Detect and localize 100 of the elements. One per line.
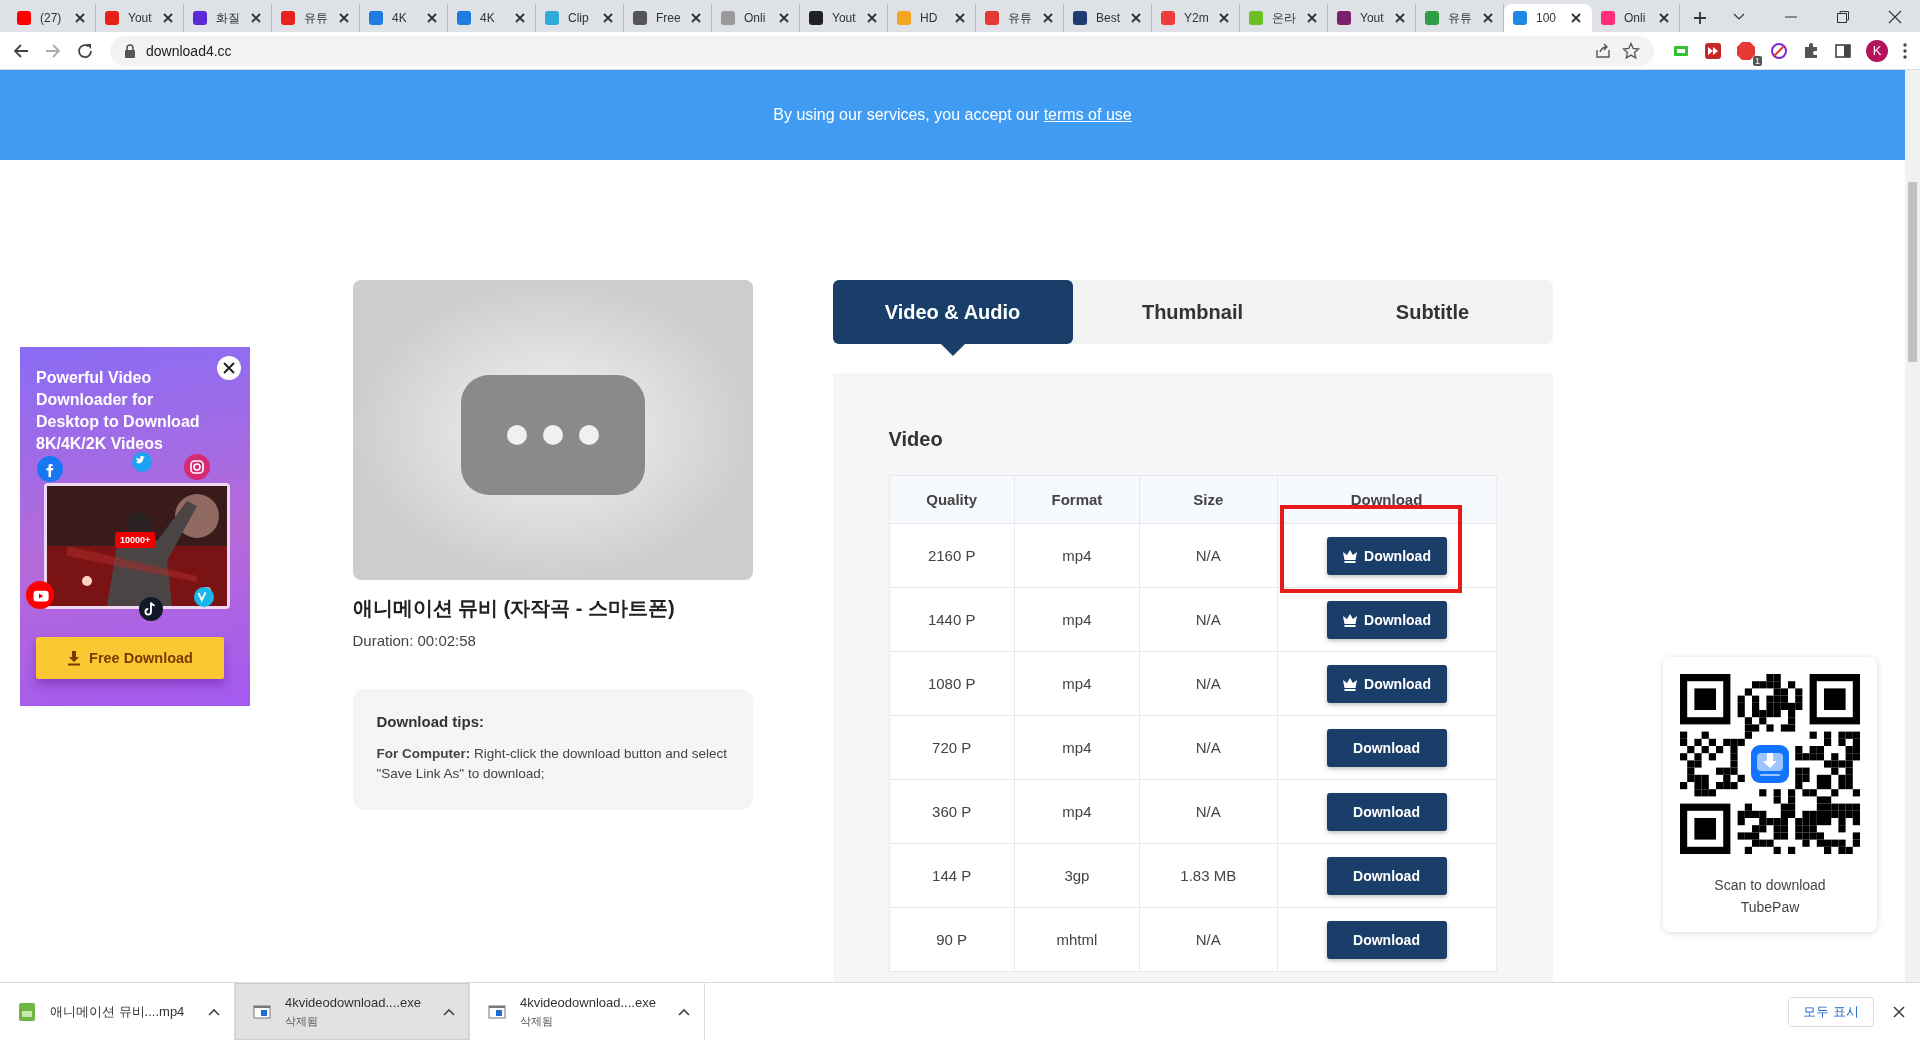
scrollbar-thumb[interactable]: [1908, 182, 1917, 362]
browser-tab[interactable]: 유튜: [1416, 4, 1504, 32]
close-icon[interactable]: [1393, 11, 1407, 25]
browser-tab[interactable]: Onli: [712, 4, 800, 32]
browser-tab[interactable]: 온라: [1240, 4, 1328, 32]
site-icon: [896, 10, 912, 26]
browser-tab[interactable]: HD: [888, 4, 976, 32]
download-button[interactable]: Download: [1326, 856, 1447, 895]
new-tab-icon[interactable]: [1692, 10, 1708, 26]
close-icon[interactable]: [601, 11, 615, 25]
table-cell: mp4: [1014, 523, 1140, 588]
caret-up-icon[interactable]: [208, 1007, 220, 1016]
download-icon: [67, 650, 82, 666]
close-icon[interactable]: [1657, 11, 1671, 25]
table-cell: 360 P: [889, 779, 1015, 844]
browser-tab[interactable]: Yout: [800, 4, 888, 32]
format-tab[interactable]: Video & Audio: [832, 280, 1073, 344]
close-icon[interactable]: [337, 11, 351, 25]
close-icon[interactable]: [425, 11, 439, 25]
close-icon[interactable]: [1481, 11, 1495, 25]
close-icon[interactable]: [1305, 11, 1319, 25]
close-icon[interactable]: [1129, 11, 1143, 25]
share-icon[interactable]: [1594, 41, 1612, 60]
browser-tab[interactable]: 화질: [184, 4, 272, 32]
count-badge: 1: [1753, 55, 1762, 66]
close-icon[interactable]: [216, 355, 242, 381]
browser-tab[interactable]: 4K: [360, 4, 448, 32]
browser-tab[interactable]: Yout: [96, 4, 184, 32]
browser-tab[interactable]: 4K: [448, 4, 536, 32]
browser-tab[interactable]: Best: [1064, 4, 1152, 32]
browser-tab[interactable]: Y2m: [1152, 4, 1240, 32]
download-button[interactable]: Download: [1326, 536, 1447, 575]
close-icon[interactable]: [73, 11, 87, 25]
free-download-button[interactable]: Free Download: [36, 637, 224, 679]
reload-icon[interactable]: [76, 41, 94, 60]
close-icon[interactable]: [689, 11, 703, 25]
close-icon[interactable]: [513, 11, 527, 25]
show-all-button[interactable]: 모두 표시: [1788, 996, 1874, 1027]
stop-sign-icon[interactable]: [1736, 40, 1756, 61]
browser-tab[interactable]: Clip: [536, 4, 624, 32]
caret-up-icon[interactable]: [678, 1007, 690, 1016]
tab-title: 온라: [1272, 9, 1297, 27]
more-menu-icon[interactable]: [1902, 41, 1908, 60]
tab-title: 화질: [216, 9, 241, 27]
tab-title: HD: [920, 11, 939, 25]
lock-icon: [124, 43, 136, 58]
back-icon[interactable]: [12, 41, 30, 60]
tab-title: Onli: [744, 11, 767, 25]
puzzle-icon[interactable]: [1802, 41, 1820, 60]
prohibited-icon[interactable]: [1770, 41, 1788, 60]
browser-tab[interactable]: 유튜: [272, 4, 360, 32]
fast-forward-icon[interactable]: [1704, 41, 1722, 60]
format-tab[interactable]: Thumbnail: [1072, 280, 1313, 344]
close-icon[interactable]: [865, 11, 879, 25]
close-icon[interactable]: [249, 11, 263, 25]
download-button[interactable]: Download: [1326, 792, 1447, 831]
browser-tab[interactable]: (27): [8, 4, 96, 32]
close-icon[interactable]: [1041, 11, 1055, 25]
close-icon[interactable]: [1888, 10, 1902, 24]
site-icon: [544, 10, 560, 26]
close-icon[interactable]: [161, 11, 175, 25]
tab-title: 4K: [480, 11, 496, 25]
close-icon[interactable]: [953, 11, 967, 25]
close-icon[interactable]: [1569, 11, 1583, 25]
close-icon[interactable]: [1217, 11, 1231, 25]
table-cell: N/A: [1139, 587, 1277, 652]
star-icon[interactable]: [1622, 41, 1640, 60]
browser-tab[interactable]: Yout: [1328, 4, 1416, 32]
browser-tab[interactable]: 유튜: [976, 4, 1064, 32]
tips-text: For Computer: Right-click the download button and select "Save Link As" to download;: [376, 745, 728, 783]
file-name: 4kvideodownload....exe: [285, 994, 422, 1010]
scrollbar[interactable]: [1905, 70, 1920, 982]
browser-tab[interactable]: Free: [624, 4, 712, 32]
site-icon: [632, 10, 648, 26]
caret-up-icon[interactable]: [443, 1007, 455, 1016]
download-item[interactable]: 4kvideodownload....exe 삭제됨: [470, 983, 705, 1040]
site-icon: [104, 10, 120, 26]
address-bar[interactable]: download4.cc: [110, 35, 1654, 66]
site-icon: [1072, 10, 1088, 26]
browser-tab[interactable]: 100: [1504, 4, 1592, 32]
site-icon: [720, 10, 736, 26]
format-tab[interactable]: Subtitle: [1312, 280, 1553, 344]
tab-title: 유튜: [304, 9, 329, 27]
duration-text: Duration: 00:02:58: [352, 632, 477, 649]
close-icon[interactable]: [777, 11, 791, 25]
download-button[interactable]: Download: [1326, 728, 1447, 767]
download-item[interactable]: 4kvideodownload....exe 삭제됨: [235, 983, 470, 1040]
download-button[interactable]: Download: [1326, 600, 1447, 639]
download-button[interactable]: Download: [1326, 920, 1447, 959]
download-button[interactable]: Download: [1326, 664, 1447, 703]
site-icon: [456, 10, 472, 26]
ad-headline: Powerful Video Downloader for Desktop to Download 8K/4K/2K Videos: [36, 368, 201, 454]
site-icon: [1600, 10, 1616, 26]
column-header: Size: [1139, 475, 1277, 524]
close-icon[interactable]: [1892, 1004, 1906, 1019]
side-panel-icon[interactable]: [1834, 41, 1852, 60]
browser-tab[interactable]: Onli: [1592, 4, 1680, 32]
restore-icon[interactable]: [1836, 10, 1850, 24]
profile-avatar[interactable]: K: [1866, 39, 1888, 62]
column-header: Quality: [889, 475, 1015, 524]
